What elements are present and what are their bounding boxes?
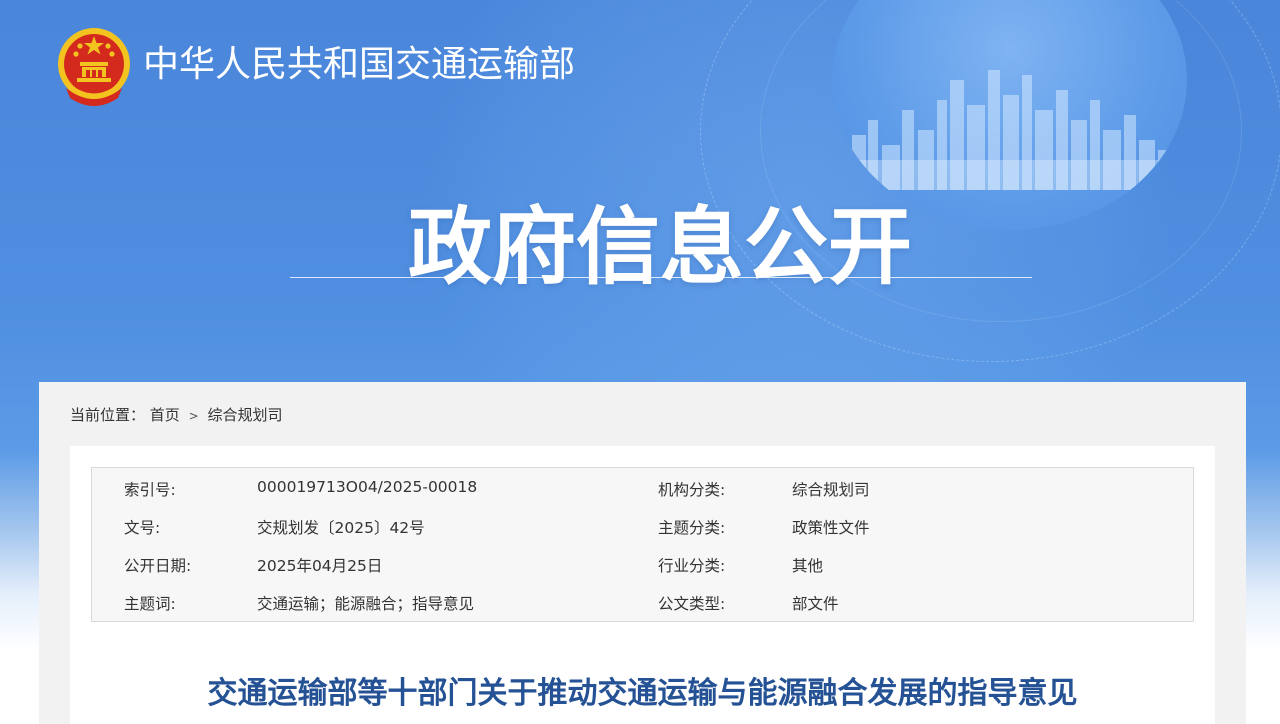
meta-value: 政策性文件 [792,519,870,537]
meta-row: 主题词: 交通运输；能源融合；指导意见 公文类型: 部文件 [92,584,1193,622]
breadcrumb-current-link[interactable]: 综合规划司 [207,406,282,424]
meta-value: 综合规划司 [792,481,870,499]
meta-label: 主题分类: [658,519,726,537]
meta-value: 交通运输；能源融合；指导意见 [257,595,475,613]
breadcrumb: 当前位置： 首页 > 综合规划司 [70,404,282,425]
meta-label: 索引号: [124,481,176,499]
meta-label: 公开日期: [124,557,192,575]
meta-label: 公文类型: [658,595,726,613]
meta-value: 交规划发〔2025〕42号 [257,519,425,537]
national-emblem-icon [58,28,130,106]
page-title: 政府信息公开 [407,198,912,296]
meta-row: 索引号: 000019713O04/2025-00018 机构分类: 综合规划司 [92,470,1193,508]
meta-label: 行业分类: [658,557,726,575]
breadcrumb-separator: > [188,409,199,423]
title-underline [290,277,1032,278]
breadcrumb-prefix: 当前位置： [70,406,146,424]
document-meta-table: 索引号: 000019713O04/2025-00018 机构分类: 综合规划司… [91,467,1194,622]
meta-value: 2025年04月25日 [257,557,383,575]
meta-label: 主题词: [124,595,176,613]
meta-value: 部文件 [792,595,839,613]
breadcrumb-home-link[interactable]: 首页 [150,406,180,424]
ministry-name[interactable]: 中华人民共和国交通运输部 [143,40,575,90]
meta-value: 000019713O04/2025-00018 [257,478,478,496]
meta-row: 公开日期: 2025年04月25日 行业分类: 其他 [92,546,1193,584]
meta-label: 机构分类: [658,481,726,499]
city-skyline-icon [832,70,1187,190]
meta-value: 其他 [792,557,824,575]
meta-row: 文号: 交规划发〔2025〕42号 主题分类: 政策性文件 [92,508,1193,546]
document-title: 交通运输部等十部门关于推动交通运输与能源融合发展的指导意见 [207,676,1078,711]
meta-label: 文号: [124,519,161,537]
